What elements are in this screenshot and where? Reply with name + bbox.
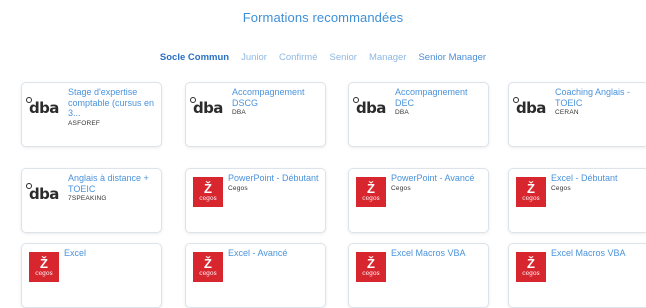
training-card[interactable]: Ž cegos Excel - Avancé bbox=[185, 243, 326, 308]
training-card[interactable]: Ž cegos Excel - Débutant Cegos bbox=[508, 168, 646, 233]
cegos-logo: Ž cegos bbox=[193, 252, 223, 282]
training-card[interactable]: Ž cegos PowerPoint - Avancé Cegos bbox=[348, 168, 489, 233]
card-title[interactable]: Excel bbox=[64, 248, 157, 259]
card-provider: Cegos bbox=[228, 184, 248, 192]
training-card[interactable]: dba Coaching Anglais - TOEIC CERAN bbox=[508, 82, 646, 147]
dba-logo: dba bbox=[513, 93, 552, 123]
training-card[interactable]: dba Accompagnement DEC DBA bbox=[348, 82, 489, 147]
dba-logo: dba bbox=[26, 179, 65, 209]
card-provider: DBA bbox=[232, 109, 246, 116]
card-title[interactable]: Excel - Avancé bbox=[228, 248, 321, 259]
training-card[interactable]: Ž cegos Excel bbox=[21, 243, 162, 308]
cegos-logo: Ž cegos bbox=[193, 177, 223, 207]
card-provider: 7SPEAKING bbox=[68, 195, 107, 202]
dba-logo: dba bbox=[353, 93, 392, 123]
card-title[interactable]: Anglais à distance + TOEIC bbox=[68, 173, 157, 194]
cegos-logo: Ž cegos bbox=[356, 252, 386, 282]
card-title[interactable]: PowerPoint - Avancé bbox=[391, 173, 484, 184]
card-provider: ASFOREF bbox=[68, 119, 101, 127]
card-title[interactable]: Stage d'expertise comptable (cursus en 3… bbox=[68, 87, 157, 119]
card-title[interactable]: PowerPoint - Débutant bbox=[228, 173, 321, 184]
cegos-logo: Ž cegos bbox=[356, 177, 386, 207]
training-card[interactable]: dba Anglais à distance + TOEIC 7SPEAKING bbox=[21, 168, 162, 233]
training-card[interactable]: Ž cegos PowerPoint - Débutant Cegos bbox=[185, 168, 326, 233]
dba-logo: dba bbox=[190, 93, 229, 123]
card-provider: CERAN bbox=[555, 109, 579, 116]
card-provider: Cegos bbox=[391, 184, 411, 192]
card-title[interactable]: Coaching Anglais - TOEIC bbox=[555, 87, 644, 108]
training-card[interactable]: Ž cegos Excel Macros VBA bbox=[508, 243, 646, 308]
training-card[interactable]: dba Stage d'expertise comptable (cursus … bbox=[21, 82, 162, 147]
training-card[interactable]: Ž cegos Excel Macros VBA bbox=[348, 243, 489, 308]
card-title[interactable]: Accompagnement DEC bbox=[395, 87, 484, 108]
training-card[interactable]: dba Accompagnement DSCG DBA bbox=[185, 82, 326, 147]
card-provider: DBA bbox=[395, 109, 409, 116]
cegos-logo: Ž cegos bbox=[29, 252, 59, 282]
card-title[interactable]: Excel Macros VBA bbox=[551, 248, 644, 259]
dba-logo: dba bbox=[26, 93, 65, 123]
cegos-logo: Ž cegos bbox=[516, 177, 546, 207]
card-title[interactable]: Excel - Débutant bbox=[551, 173, 644, 184]
card-title[interactable]: Excel Macros VBA bbox=[391, 248, 484, 259]
card-provider: Cegos bbox=[551, 184, 571, 192]
card-title[interactable]: Accompagnement DSCG bbox=[232, 87, 321, 108]
training-grid: dba Stage d'expertise comptable (cursus … bbox=[0, 0, 646, 308]
cegos-logo: Ž cegos bbox=[516, 252, 546, 282]
